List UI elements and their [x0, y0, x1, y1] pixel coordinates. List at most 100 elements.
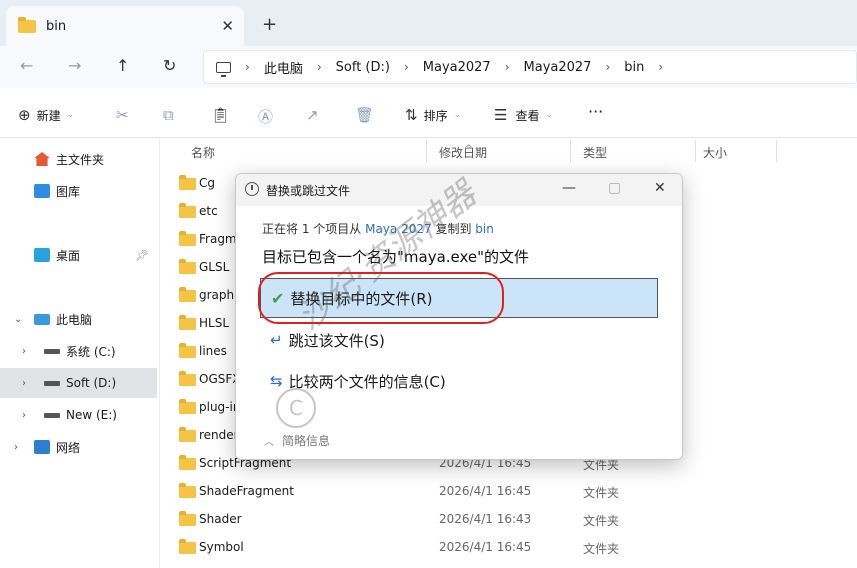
sidebar-item-label: 网络	[56, 440, 81, 455]
pin-icon: 📌︎	[135, 248, 149, 262]
breadcrumb-maya2027-b[interactable]: Maya2027	[524, 60, 592, 75]
chevron-right-icon[interactable]: ›	[14, 442, 18, 453]
sidebar-item-drive-c[interactable]: › 系统 (C:)	[0, 336, 157, 366]
chevron-right-icon: ›	[504, 60, 510, 74]
column-header-name[interactable]: 名称	[191, 144, 215, 161]
folder-icon	[179, 175, 196, 190]
file-name: render	[199, 428, 239, 442]
compare-files-option[interactable]: ⇆ 比较两个文件的信息(C)	[260, 361, 658, 401]
copy-icon[interactable]: ⧉	[163, 106, 174, 124]
sidebar-item-drive-d[interactable]: › Soft (D:)	[0, 368, 157, 398]
share-icon[interactable]: ↗	[306, 106, 319, 124]
paste-icon[interactable]: 📋︎	[211, 106, 230, 124]
new-button[interactable]: ⊕ 新建 ⌄	[18, 106, 74, 124]
network-icon	[34, 440, 50, 454]
file-name: Symbol	[199, 540, 244, 554]
drive-icon	[44, 380, 60, 386]
chevron-right-icon: ›	[658, 60, 664, 74]
column-divider[interactable]	[426, 140, 427, 162]
back-button[interactable]: ←	[20, 56, 33, 75]
up-button[interactable]: ↑	[116, 56, 129, 75]
file-name: lines	[199, 344, 227, 358]
chevron-down-icon[interactable]: ⌄	[14, 314, 22, 325]
fewer-details-toggle[interactable]: ︿ 简略信息	[264, 432, 330, 449]
watermark-logo: C	[276, 388, 316, 428]
sort-button[interactable]: ⇅ 排序 ⌄	[405, 106, 461, 124]
new-label: 新建	[36, 108, 61, 123]
breadcrumb-soft-d[interactable]: Soft (D:)	[336, 60, 390, 75]
folder-icon	[179, 427, 196, 442]
compare-label: 比较两个文件的信息(C)	[288, 372, 446, 391]
maximize-button: ▢	[608, 180, 622, 196]
sidebar-item-gallery[interactable]: 图库	[0, 176, 157, 206]
sidebar-item-this-pc[interactable]: ⌄ 此电脑	[0, 304, 157, 334]
refresh-button[interactable]: ↻	[163, 56, 176, 75]
file-date: 2026/4/1 16:45	[439, 484, 532, 498]
sidebar-item-home[interactable]: 主文件夹	[0, 144, 157, 174]
table-row[interactable]: Symbol 2026/4/1 16:45 文件夹	[160, 534, 857, 562]
tab-bar: bin ✕ +	[0, 0, 857, 50]
drive-icon	[44, 348, 60, 354]
chevron-down-icon: ⌄	[66, 110, 75, 120]
close-tab-icon[interactable]: ✕	[221, 17, 234, 35]
sidebar-item-label: 此电脑	[56, 312, 93, 327]
file-name: graphi	[199, 288, 238, 302]
folder-icon	[179, 511, 196, 526]
chevron-right-icon: ›	[403, 60, 409, 74]
sort-icon: ⇅	[405, 106, 418, 124]
file-date: 2026/4/1 16:43	[439, 512, 532, 526]
breadcrumb-bin[interactable]: bin	[624, 60, 644, 75]
table-row[interactable]: Shader 2026/4/1 16:43 文件夹	[160, 506, 857, 534]
chevron-right-icon[interactable]: ›	[22, 346, 26, 357]
close-dialog-button[interactable]: ✕	[654, 180, 666, 196]
home-icon	[34, 152, 50, 166]
minimize-button[interactable]: —	[562, 180, 576, 196]
compare-icon: ⇆	[270, 372, 283, 390]
table-row[interactable]: ShadeFragment 2026/4/1 16:45 文件夹	[160, 478, 857, 506]
folder-icon	[179, 203, 196, 218]
sidebar-item-label: 系统 (C:)	[66, 344, 116, 359]
destination-link[interactable]: bin	[475, 222, 494, 236]
breadcrumb-this-pc[interactable]: 此电脑	[264, 58, 303, 77]
folder-icon	[179, 371, 196, 386]
more-options-button[interactable]: ···	[588, 102, 603, 121]
column-header-type[interactable]: 类型	[583, 144, 607, 161]
computer-icon	[34, 313, 50, 325]
forward-button[interactable]: →	[68, 56, 81, 75]
chevron-right-icon[interactable]: ›	[22, 378, 26, 389]
file-date: 2026/4/1 16:45	[439, 540, 532, 554]
sidebar-item-drive-e[interactable]: › New (E:)	[0, 400, 157, 430]
view-list-icon: ☰	[494, 106, 508, 124]
column-divider[interactable]	[570, 140, 571, 162]
folder-icon	[179, 483, 196, 498]
new-tab-button[interactable]: +	[262, 14, 277, 35]
file-name: GLSL	[199, 260, 230, 274]
delete-icon[interactable]: 🗑︎	[355, 106, 374, 124]
rename-icon[interactable]: Ⓐ	[258, 106, 273, 127]
folder-icon	[179, 315, 196, 330]
column-header-size[interactable]: 大小	[703, 144, 727, 161]
folder-icon	[179, 539, 196, 554]
view-button[interactable]: ☰ 查看 ⌄	[494, 106, 553, 124]
column-divider[interactable]	[695, 140, 696, 162]
column-divider[interactable]	[776, 140, 777, 162]
folder-icon	[179, 259, 196, 274]
tab-bin[interactable]: bin ✕	[6, 6, 244, 46]
sidebar-item-network[interactable]: › 网络	[0, 432, 157, 462]
navigation-pane: 主文件夹 图库 桌面 📌︎ ⌄ 此电脑 › 系统 (C:) › Soft (D:…	[0, 138, 160, 568]
skip-arrow-icon: ↵	[270, 331, 283, 349]
file-name: Shader	[199, 512, 242, 526]
breadcrumb-maya2027-a[interactable]: Maya2027	[423, 60, 491, 75]
chevron-up-icon: ︿	[264, 437, 274, 448]
chevron-right-icon[interactable]: ›	[22, 410, 26, 421]
cut-icon[interactable]: ✂	[116, 106, 129, 124]
folder-icon	[18, 16, 36, 33]
chevron-down-icon: ⌄	[453, 110, 462, 120]
folder-icon	[179, 399, 196, 414]
sidebar-item-desktop[interactable]: 桌面 📌︎	[0, 240, 157, 270]
clock-icon	[245, 182, 259, 196]
sidebar-item-label: 桌面	[56, 248, 81, 263]
address-bar[interactable]: › 此电脑 › Soft (D:) › Maya2027 › Maya2027 › bi…	[203, 50, 857, 84]
folder-icon	[179, 287, 196, 302]
column-header-date[interactable]: 修改日期	[439, 144, 487, 161]
